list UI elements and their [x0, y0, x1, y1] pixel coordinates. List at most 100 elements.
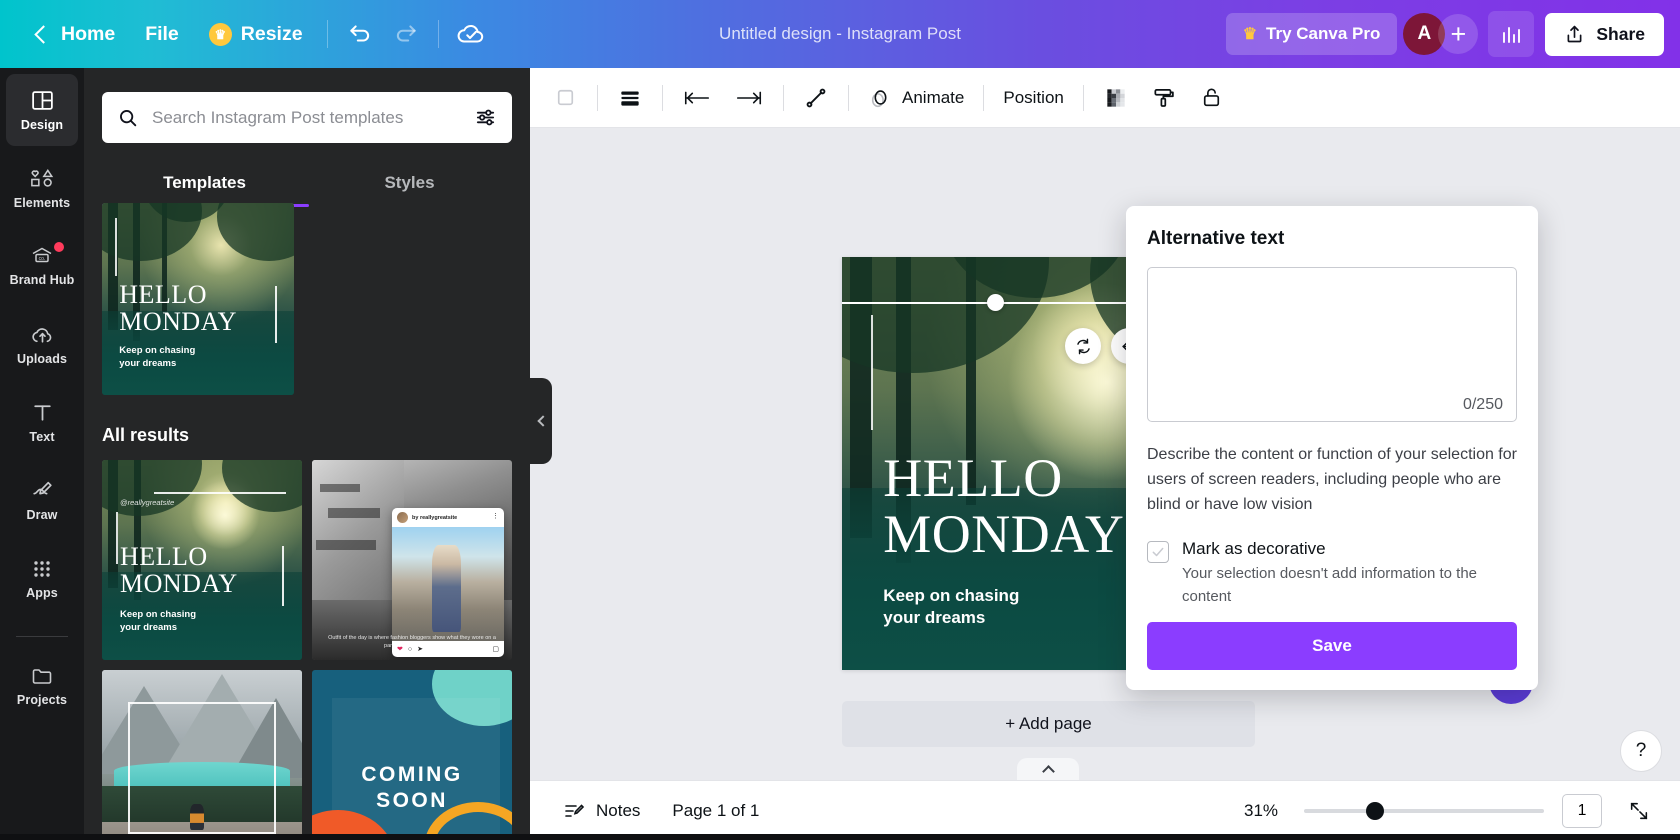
mark-as-decorative-row[interactable]: Mark as decorative Your selection doesn'… — [1147, 539, 1517, 608]
chevron-up-icon — [1041, 765, 1055, 778]
template-card-coming-soon[interactable]: COMING SOON ••• — [312, 670, 512, 840]
cloud-saved-button[interactable] — [448, 11, 494, 57]
template-card-hello-monday[interactable]: @reallygreatsite HELLO MONDAY Keep on ch… — [102, 460, 302, 660]
sidebar-item-design[interactable]: Design — [6, 74, 78, 146]
post-header: by reallygreatsite ⋮ — [392, 508, 504, 527]
collapse-pages-button[interactable] — [1017, 758, 1079, 780]
tab-styles[interactable]: Styles — [307, 163, 512, 207]
top-bar-right-group: ♛ Try Canva Pro A + Share — [1225, 0, 1664, 68]
design-title[interactable]: Untitled design - Instagram Post — [719, 24, 961, 44]
panel-results-scroll[interactable]: HELLO MONDAY Keep on chasing your dreams… — [84, 203, 530, 840]
add-collaborator-button[interactable]: + — [1438, 14, 1479, 54]
animate-label: Animate — [902, 87, 965, 107]
transparency-button[interactable] — [1092, 76, 1140, 120]
search-input[interactable] — [152, 107, 461, 128]
try-canva-pro-button[interactable]: ♛ Try Canva Pro — [1225, 13, 1398, 55]
decor-rule-left — [870, 314, 873, 431]
template-card-featured[interactable]: HELLO MONDAY Keep on chasing your dreams — [102, 203, 294, 395]
zoom-slider-knob[interactable] — [1366, 801, 1384, 820]
resize-button[interactable]: ♛ Resize — [194, 14, 318, 55]
sidebar-item-label: Brand Hub — [9, 273, 75, 287]
animate-circles-icon — [871, 90, 887, 108]
undo-button[interactable] — [337, 11, 383, 57]
template-card-explore-destination[interactable]: Explore — [102, 670, 302, 840]
page-count-box[interactable]: 1 — [1562, 793, 1602, 828]
animate-button[interactable]: Animate — [857, 76, 975, 120]
sidebar-item-apps[interactable]: Apps — [6, 542, 78, 614]
template-card-street-style[interactable]: by reallygreatsite ⋮ ❤ ○ ➤ ▢ Outfit of t… — [312, 460, 512, 660]
sidebar-item-label: Uploads — [16, 352, 67, 366]
sidebar-item-projects[interactable]: Projects — [6, 649, 78, 721]
redo-icon — [396, 25, 416, 42]
flip-lines-button[interactable] — [606, 76, 654, 120]
sidebar-item-label: Design — [20, 118, 64, 132]
hello-monday-artwork: @reallygreatsite HELLO MONDAY Keep on ch… — [102, 460, 302, 660]
crop-frame-button[interactable] — [542, 76, 589, 120]
shapes-icon — [30, 169, 53, 187]
rail-divider — [16, 636, 68, 637]
template-caption: Outfit of the day is where fashion blogg… — [328, 634, 496, 649]
arrow-right-bar-icon — [736, 91, 762, 104]
rotate-button[interactable] — [1065, 328, 1101, 364]
redo-button[interactable] — [383, 11, 429, 57]
toolbar-divider-6 — [1082, 84, 1084, 111]
alternative-text-dialog: Alternative text 0/250 Describe the cont… — [1126, 206, 1538, 690]
template-title: HELLO MONDAY — [119, 279, 237, 336]
sidebar-item-brand-hub[interactable]: co. Brand Hub — [6, 230, 78, 302]
file-menu-button[interactable]: File — [130, 14, 194, 55]
post-image — [392, 527, 504, 642]
insights-button[interactable] — [1488, 11, 1535, 57]
search-section — [84, 68, 530, 143]
template-results-grid: @reallygreatsite HELLO MONDAY Keep on ch… — [102, 460, 512, 840]
page-indicator: Page 1 of 1 — [672, 800, 760, 820]
sidebar-item-text[interactable]: Text — [6, 386, 78, 458]
sidebar-item-label: Apps — [26, 585, 58, 600]
diagonal-line-icon — [806, 88, 826, 107]
notes-button[interactable]: Notes — [552, 791, 650, 831]
cloud-upload-icon — [31, 328, 51, 343]
home-button[interactable]: Home — [22, 14, 130, 55]
mark-as-decorative-checkbox[interactable] — [1147, 541, 1169, 564]
dialog-title: Alternative text — [1147, 228, 1285, 249]
resize-label: Resize — [240, 22, 303, 45]
help-button[interactable]: ? — [1620, 730, 1662, 772]
align-left-arrow-button[interactable] — [671, 76, 723, 120]
sidebar-item-label: Draw — [26, 508, 58, 522]
side-panel: Templates Styles — [84, 68, 530, 840]
cloud-check-icon — [457, 24, 483, 43]
horizontal-bars-icon — [621, 91, 639, 106]
alt-text-input[interactable] — [1147, 267, 1517, 422]
text-t-icon — [33, 405, 51, 421]
save-button[interactable]: Save — [1147, 622, 1517, 670]
more-options-icon: ⋮ — [492, 513, 499, 521]
toolbar-divider-2 — [662, 84, 663, 111]
checkbox-sublabel: Your selection doesn't add information t… — [1182, 565, 1478, 605]
tab-templates[interactable]: Templates — [102, 163, 307, 207]
paint-roller-button[interactable] — [1140, 76, 1188, 120]
share-button[interactable]: Share — [1545, 12, 1664, 56]
character-counter: 0/250 — [1462, 396, 1503, 413]
lock-button[interactable] — [1188, 76, 1235, 120]
decor-rule-right — [282, 546, 284, 606]
person-figure — [432, 545, 462, 633]
sidebar-item-elements[interactable]: Elements — [6, 152, 78, 224]
mountain-artwork: Explore — [102, 670, 302, 840]
bar-chart-icon — [1503, 27, 1521, 43]
position-button[interactable]: Position — [992, 76, 1074, 120]
zoom-slider[interactable] — [1304, 801, 1544, 820]
chevron-left-icon — [34, 24, 53, 44]
fullscreen-button[interactable] — [1620, 792, 1658, 830]
canva-editor-window: Home File ♛ Resize Untitled design - Ins… — [0, 0, 1680, 840]
design-subtitle-text[interactable]: Keep on chasing your dreams — [883, 585, 1019, 629]
align-right-arrow-button[interactable] — [723, 76, 775, 120]
search-box[interactable] — [102, 92, 512, 143]
design-title-text[interactable]: HELLO MONDAY — [883, 451, 1124, 562]
panel-collapse-button[interactable] — [530, 378, 552, 464]
undo-icon — [349, 25, 369, 42]
line-tool-button[interactable] — [792, 76, 840, 120]
add-page-button[interactable]: + Add page — [842, 701, 1255, 747]
template-subtitle: Keep on chasing your dreams — [120, 609, 197, 633]
sidebar-item-uploads[interactable]: Uploads — [6, 308, 78, 380]
sidebar-item-draw[interactable]: Draw — [6, 464, 78, 536]
filter-sliders-icon[interactable] — [474, 106, 497, 129]
